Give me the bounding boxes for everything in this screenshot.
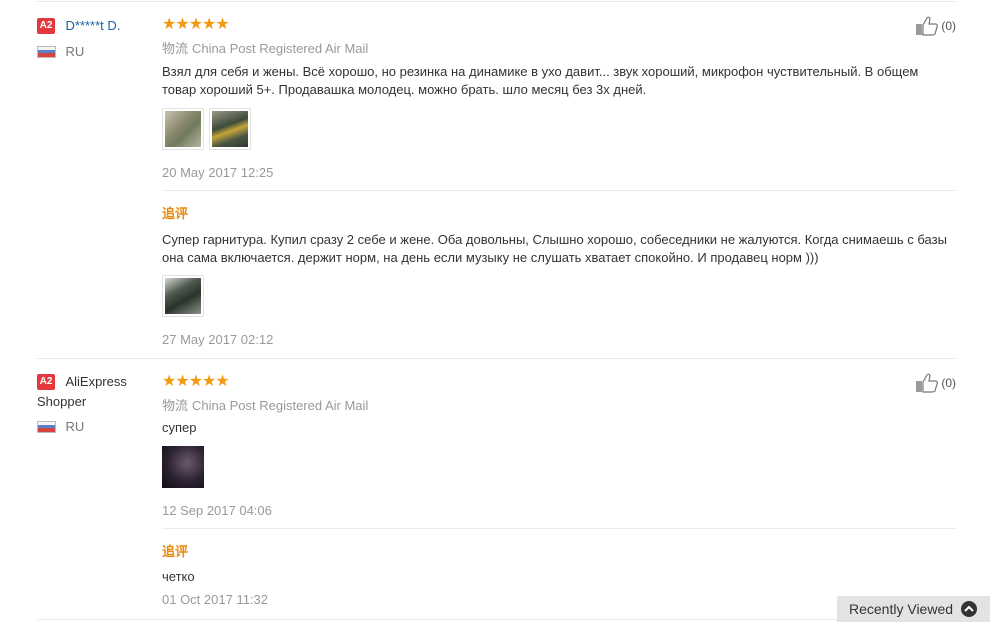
recently-viewed-label: Recently Viewed [849,601,954,617]
helpful-button[interactable]: (0) [915,373,956,393]
reviewer-country: RU [65,419,85,435]
review-item: A2 AliExpress Shopper RU ★★★★★ 物流 China P… [37,359,956,622]
review-photo-thumbnail[interactable] [162,108,204,150]
helpful-count: (0) [941,376,956,390]
star-rating: ★★★★★ [162,16,230,33]
helpful-count: (0) [941,19,956,33]
russia-flag-icon [37,420,56,433]
followup-divider [162,528,956,529]
review-photo-thumbnail[interactable] [209,108,251,150]
star-rating: ★★★★★ [162,373,230,390]
shipping-method: China Post Registered Air Mail [192,41,369,56]
followup-label: 追评 [162,544,189,559]
followup-date: 27 May 2017 02:12 [162,332,274,347]
russia-flag-icon [37,45,56,58]
followup-text: четко [162,569,195,584]
review-date: 20 May 2017 12:25 [162,165,274,180]
followup-date: 01 Oct 2017 11:32 [162,592,269,607]
review-photo-thumbnail[interactable] [162,446,204,488]
shipping-info: 物流 China Post Registered Air Mail [162,38,368,57]
reviewer-country: RU [65,44,85,60]
review-text: супер [162,420,197,435]
review-date: 12 Sep 2017 04:06 [162,503,272,518]
shipping-info: 物流 China Post Registered Air Mail [162,395,368,414]
helpful-button[interactable]: (0) [915,16,956,36]
shipping-method: China Post Registered Air Mail [192,398,369,413]
reviewer-name[interactable]: D*****t D. [65,18,120,33]
followup-label: 追评 [162,206,189,221]
bottom-divider [37,619,837,620]
chevron-up-icon[interactable] [961,601,978,617]
review-item: A2 D*****t D. RU ★★★★★ 物流 China Post Regi… [37,2,956,358]
followup-photo-thumbnail[interactable] [162,275,204,317]
followup-text: Супер гарнитура. Купил сразу 2 себе и же… [162,232,947,265]
thumbs-up-icon [916,16,939,36]
shipping-label: 物流 [162,398,189,413]
thumbs-up-icon [916,373,939,393]
shipping-label: 物流 [162,41,189,56]
recently-viewed-tab[interactable]: Recently Viewed [837,596,990,622]
review-text: Взял для себя и жены. Всё хорошо, но рез… [162,64,919,97]
buyer-level-badge: A2 [37,373,55,390]
buyer-level-badge: A2 [37,17,55,34]
followup-divider [162,190,956,191]
